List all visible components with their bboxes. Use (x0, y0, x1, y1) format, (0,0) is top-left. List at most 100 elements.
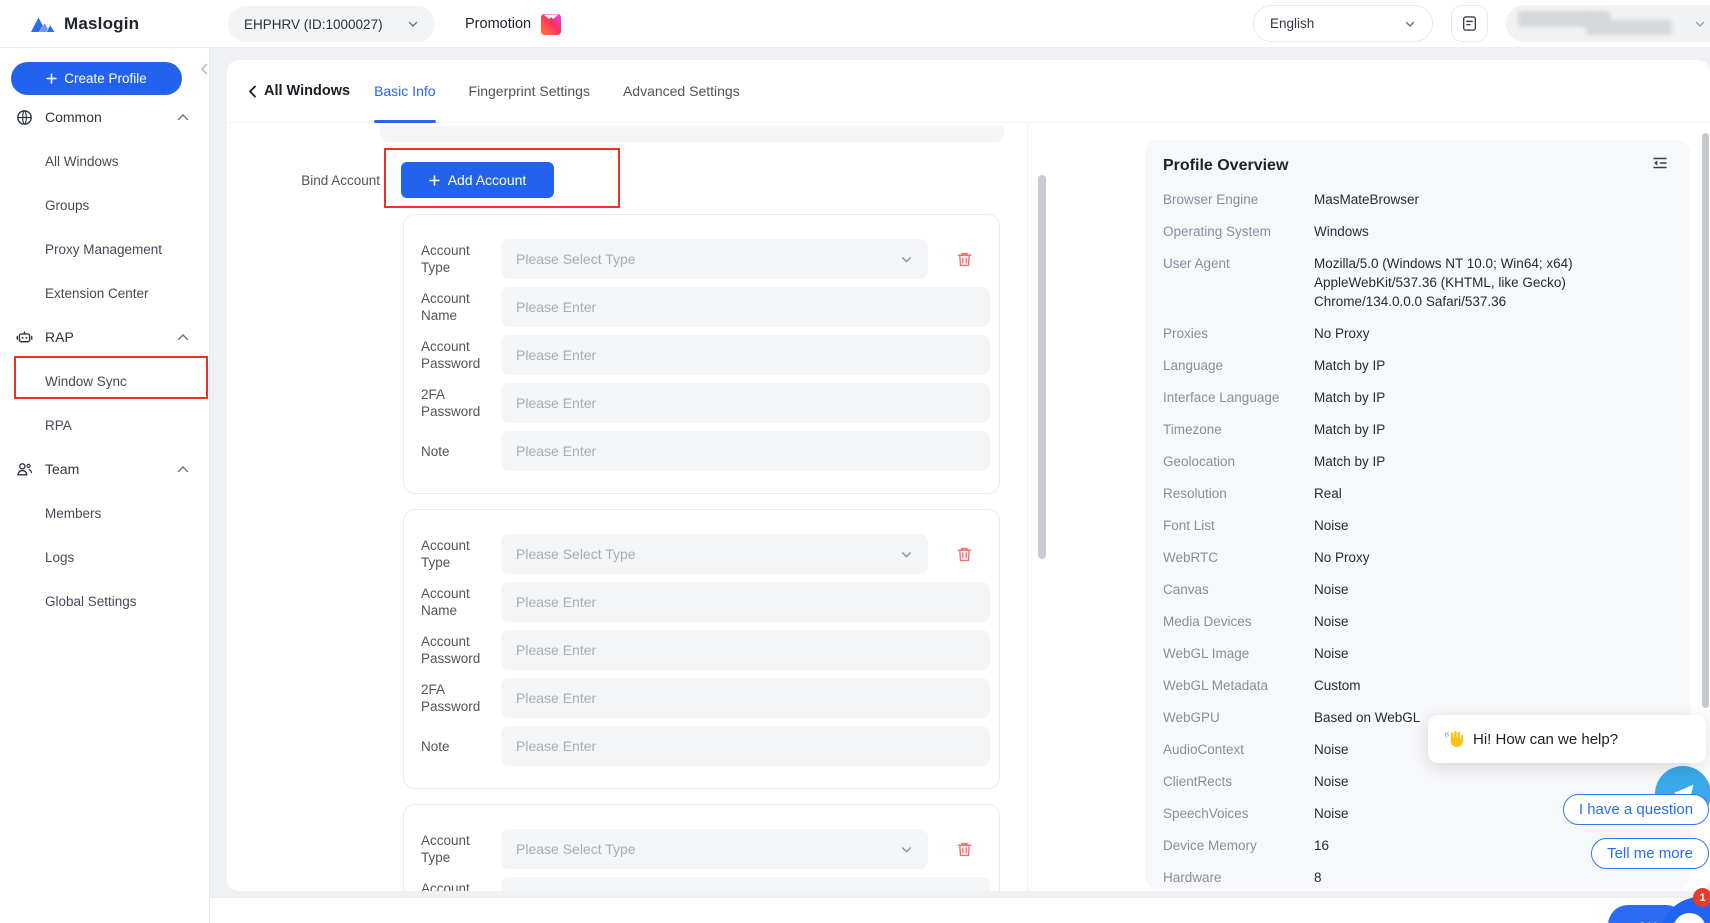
field-label: 2FA Password (421, 386, 489, 420)
overview-row-value: Noise (1314, 772, 1672, 791)
overview-row: Font List Noise (1163, 516, 1672, 535)
field-input[interactable]: Please Select Type (501, 239, 928, 279)
field-placeholder: Please Enter (516, 889, 596, 891)
overview-row: Timezone Match by IP (1163, 420, 1672, 439)
docs-button[interactable] (1451, 5, 1488, 42)
overview-row: Operating System Windows (1163, 222, 1672, 241)
create-profile-button[interactable]: Create Profile (11, 62, 182, 95)
overview-row-label: Hardware (1163, 868, 1314, 887)
promotion-link[interactable]: Promotion (465, 0, 562, 48)
tab-basic-info[interactable]: Basic Info (374, 60, 435, 123)
form-field-row: Account Name Please Enter (421, 582, 999, 622)
field-placeholder: Please Enter (516, 594, 596, 610)
field-input[interactable]: Please Enter (501, 431, 990, 471)
profile-overview-panel: Profile Overview Browser Engine MasMateB… (1145, 140, 1690, 888)
sidebar-item[interactable]: Global Settings (0, 579, 209, 623)
sidebar-section-label: Team (45, 461, 177, 477)
sidebar-item[interactable]: Logs (0, 535, 209, 579)
sidebar-item[interactable]: Extension Center (0, 271, 209, 315)
form-field-row: Account Type Please Select Type (421, 829, 999, 869)
form-field-row: 2FA Password Please Enter (421, 678, 999, 718)
sidebar-section-team[interactable]: Team (0, 447, 209, 491)
field-input[interactable]: Please Enter (501, 335, 990, 375)
field-input[interactable]: Please Select Type (501, 829, 928, 869)
field-input[interactable]: Please Enter (501, 582, 990, 622)
overview-row-label: WebGPU (1163, 708, 1314, 727)
chat-unread-badge: 1 (1693, 888, 1710, 907)
back-to-all-windows[interactable]: All Windows (248, 83, 350, 99)
sidebar-item[interactable]: Groups (0, 183, 209, 227)
language-value: English (1270, 16, 1314, 31)
chat-greeting-text: Hi! How can we help? (1473, 731, 1618, 748)
sidebar-item[interactable]: Members (0, 491, 209, 535)
form-field-row: Account Password Please Enter (421, 335, 999, 375)
language-selector[interactable]: English (1253, 5, 1433, 42)
overview-row-value: Real (1314, 484, 1672, 503)
panel-collapse-icon[interactable] (1652, 156, 1668, 170)
tab-fingerprint-settings[interactable]: Fingerprint Settings (469, 60, 590, 123)
sidebar-section-team-items: Members Logs Global Settings (0, 491, 209, 623)
delete-account-button[interactable] (956, 546, 974, 564)
field-label: 2FA Password (421, 681, 489, 715)
sidebar: Create Profile Common All Windows Groups… (0, 48, 210, 923)
sidebar-section-rap[interactable]: RAP (0, 315, 209, 359)
annotation-box-window-sync (14, 356, 208, 399)
maslogin-logo-icon (30, 14, 56, 34)
overview-row-label: ClientRects (1163, 772, 1314, 791)
chevron-down-icon (900, 253, 913, 266)
chat-greeting-bubble[interactable]: Hi! How can we help? (1428, 715, 1706, 763)
account-card: Account Type Please Select Type Account … (403, 214, 1000, 494)
chat-quick-reply-question[interactable]: I have a question (1563, 794, 1709, 825)
overview-row: Media Devices Noise (1163, 612, 1672, 631)
sidebar-section-common-items: All Windows Groups Proxy Management Exte… (0, 139, 209, 315)
brand-logo: Maslogin (30, 0, 139, 48)
bind-account-label: Bind Account (227, 173, 380, 188)
chevron-up-icon (177, 333, 189, 342)
sidebar-collapse-handle[interactable] (199, 62, 210, 76)
sidebar-section-common[interactable]: Common (0, 95, 209, 139)
profile-selector-value: EHPHRV (ID:1000027) (244, 17, 383, 32)
field-label: Note (421, 738, 489, 755)
overview-row-value: Noise (1314, 644, 1672, 663)
field-label: Note (421, 443, 489, 460)
field-input[interactable]: Please Select Type (501, 534, 928, 574)
field-placeholder: Please Enter (516, 347, 596, 363)
field-input[interactable]: Please Enter (501, 877, 990, 891)
overview-row-label: Language (1163, 356, 1314, 375)
user-account-redacted[interactable] (1506, 5, 1710, 42)
delete-account-button[interactable] (956, 251, 974, 269)
field-placeholder: Please Select Type (516, 251, 636, 267)
annotation-box-add-account (384, 148, 620, 208)
form-field-row: Account Type Please Select Type (421, 239, 999, 279)
profile-selector-dropdown[interactable]: EHPHRV (ID:1000027) (228, 6, 435, 42)
overview-row-label: WebGL Metadata (1163, 676, 1314, 695)
delete-account-button[interactable] (956, 841, 974, 859)
form-field-row: Note Please Enter (421, 726, 999, 766)
sidebar-item[interactable]: RPA (0, 403, 209, 447)
top-header: Maslogin EHPHRV (ID:1000027) Promotion E… (0, 0, 1710, 48)
clipped-input-field[interactable] (380, 126, 1004, 142)
tab-bar: All Windows Basic Info Fingerprint Setti… (227, 60, 1710, 123)
field-input[interactable]: Please Enter (501, 678, 990, 718)
field-placeholder: Please Enter (516, 443, 596, 459)
page-scrollbar-thumb[interactable] (1702, 133, 1709, 708)
overview-row-value: Noise (1314, 516, 1672, 535)
trash-icon (956, 251, 973, 268)
field-input[interactable]: Please Enter (501, 287, 990, 327)
chevron-up-icon (177, 465, 189, 474)
tab-advanced-settings[interactable]: Advanced Settings (623, 60, 740, 123)
overview-row-value: Custom (1314, 676, 1672, 695)
chat-quick-reply-tell-me-more[interactable]: Tell me more (1591, 838, 1709, 869)
overview-row-label: Resolution (1163, 484, 1314, 503)
overview-row-value: Match by IP (1314, 452, 1672, 471)
field-input[interactable]: Please Enter (501, 726, 990, 766)
sidebar-item[interactable]: All Windows (0, 139, 209, 183)
sidebar-section-label: Common (45, 109, 177, 125)
form-scrollbar-thumb[interactable] (1038, 175, 1046, 559)
sidebar-item[interactable]: Proxy Management (0, 227, 209, 271)
trash-icon (956, 546, 973, 563)
field-input[interactable]: Please Enter (501, 630, 990, 670)
field-input[interactable]: Please Enter (501, 383, 990, 423)
overview-row: WebGL Metadata Custom (1163, 676, 1672, 695)
overview-row: Hardware 8 (1163, 868, 1672, 887)
